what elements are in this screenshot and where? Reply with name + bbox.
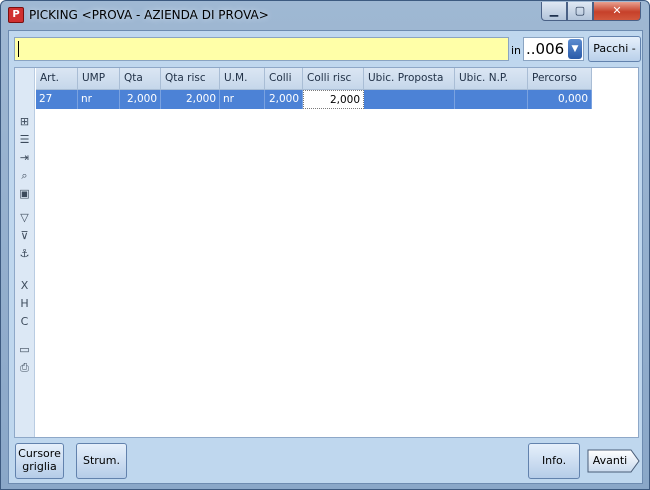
column-config-icon[interactable]: C	[18, 316, 31, 328]
cursore-label-line1: Cursore	[18, 447, 61, 460]
location-combo[interactable]: ..006 ▼	[523, 37, 584, 61]
in-label: in	[511, 44, 522, 57]
window-title: PICKING <PROVA - AZIENDA DI PROVA>	[29, 8, 269, 22]
cursore-griglia-button[interactable]: Cursore griglia	[15, 443, 64, 479]
fit-columns-icon[interactable]: ▣	[18, 188, 31, 200]
client-area: in ..006 ▼ Pacchi -> ⊞ ☰ ⇥ ⌕ ▣ ▽ ⊽ ⚓ X H…	[8, 30, 643, 484]
search-icon[interactable]: ⌕	[18, 170, 31, 182]
table-row[interactable]: 27 nr 2,000 2,000 nr 2,000 2,000 0,000	[36, 90, 592, 109]
minimize-button[interactable]: ▁	[541, 2, 567, 21]
filter-icon[interactable]: ▽	[18, 212, 31, 224]
col-header-colli-risc[interactable]: Colli risc	[303, 68, 364, 90]
cell-ubic-np[interactable]	[455, 90, 528, 109]
col-header-qta[interactable]: Qta	[120, 68, 161, 90]
maximize-button[interactable]: ▢	[567, 2, 593, 21]
cell-um[interactable]: nr	[220, 90, 265, 109]
monitor-icon[interactable]: ▭	[18, 344, 31, 356]
cell-qta-risc[interactable]: 2,000	[161, 90, 220, 109]
pacchi-button[interactable]: Pacchi ->	[588, 36, 641, 79]
info-button[interactable]: Info.	[528, 443, 580, 479]
col-header-qta-risc[interactable]: Qta risc	[161, 68, 220, 90]
grid-tool-strip: ⊞ ☰ ⇥ ⌕ ▣ ▽ ⊽ ⚓ X H C ▭ ⎙	[15, 68, 35, 437]
col-header-colli[interactable]: Colli	[265, 68, 303, 90]
avanti-label: Avanti	[592, 454, 628, 467]
print-icon[interactable]: ⎙	[18, 362, 31, 374]
list-icon[interactable]: ☰	[18, 134, 31, 146]
cell-ubic-proposta[interactable]	[364, 90, 455, 109]
anchor-icon[interactable]: ⚓	[18, 248, 31, 260]
top-toolbar: in ..006 ▼ Pacchi ->	[9, 31, 642, 79]
close-button[interactable]: ✕	[593, 2, 641, 21]
app-icon: P	[8, 7, 24, 23]
cell-colli-risc[interactable]: 2,000	[303, 90, 364, 109]
grid-select-icon[interactable]: ⊞	[18, 116, 31, 128]
cursore-label-line2: griglia	[22, 460, 57, 473]
filter-clear-icon[interactable]: ⊽	[18, 230, 31, 242]
col-header-percorso[interactable]: Percorso	[528, 68, 592, 90]
cell-percorso[interactable]: 0,000	[528, 90, 592, 109]
cell-art[interactable]: 27	[36, 90, 78, 109]
avanti-button[interactable]: Avanti	[587, 443, 640, 479]
col-header-ubic-np[interactable]: Ubic. N.P.	[455, 68, 528, 90]
strum-button[interactable]: Strum.	[76, 443, 127, 479]
barcode-input[interactable]	[14, 37, 509, 61]
picking-grid[interactable]: ⊞ ☰ ⇥ ⌕ ▣ ▽ ⊽ ⚓ X H C ▭ ⎙ Art. UMP Qta Q…	[14, 67, 639, 438]
location-combo-value: ..006	[526, 40, 565, 58]
title-bar[interactable]: P PICKING <PROVA - AZIENDA DI PROVA> ▁ ▢…	[1, 1, 649, 29]
col-header-ubic-proposta[interactable]: Ubic. Proposta	[364, 68, 455, 90]
grid-header: Art. UMP Qta Qta risc U.M. Colli Colli r…	[36, 68, 592, 90]
text-caret	[18, 40, 19, 57]
chevron-down-icon[interactable]: ▼	[568, 39, 582, 59]
delete-column-icon[interactable]: X	[18, 280, 31, 292]
col-header-um[interactable]: U.M.	[220, 68, 265, 90]
cell-qta[interactable]: 2,000	[120, 90, 161, 109]
col-header-art[interactable]: Art.	[36, 68, 78, 90]
insert-row-icon[interactable]: ⇥	[18, 152, 31, 164]
hide-column-icon[interactable]: H	[18, 298, 31, 310]
col-header-ump[interactable]: UMP	[78, 68, 120, 90]
picking-window: P PICKING <PROVA - AZIENDA DI PROVA> ▁ ▢…	[0, 0, 650, 490]
cell-colli[interactable]: 2,000	[265, 90, 303, 109]
cell-ump[interactable]: nr	[78, 90, 120, 109]
